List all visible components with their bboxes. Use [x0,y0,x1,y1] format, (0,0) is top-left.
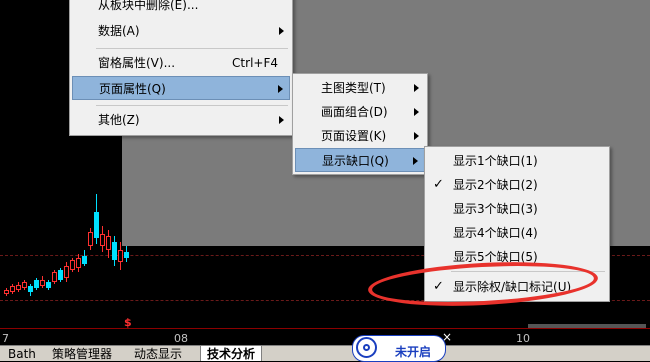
candle-body [106,236,111,250]
axis-label: 10 [516,332,530,345]
context-menu: 从板块中删除(E)... 数据(A) 窗格属性(V)... Ctrl+F4 页面… [69,0,293,136]
tab-dynamic-display[interactable]: 动态显示 [128,346,188,361]
menu-item-page-properties[interactable]: 页面属性(Q) [72,76,290,100]
menu-separator [96,48,288,49]
menu-item-label: 显示2个缺口(2) [453,178,538,192]
page-properties-submenu: 主图类型(T) 画面组合(D) 页面设置(K) 显示缺口(Q) [292,73,428,175]
candle-body [94,212,99,238]
chart-scrollbar[interactable] [528,324,646,328]
menu-item-label: 窗格属性(V)... [98,56,176,70]
candle-body [118,250,123,262]
checkmark-icon: ✓ [433,177,444,192]
menu-item-layout-combination[interactable]: 画面组合(D) [295,100,425,124]
submenu-arrow-icon [414,84,419,92]
menu-item-show-gaps[interactable]: 显示缺口(Q) [295,148,425,172]
menu-item-label: 显示4个缺口(4) [453,226,538,240]
candle-body [46,282,51,288]
menu-item-label: 显示1个缺口(1) [453,154,538,168]
submenu-arrow-icon [279,116,284,124]
menu-item-show-3-gaps[interactable]: 显示3个缺口(3) [427,197,607,221]
menu-item-label: 主图类型(T) [321,81,386,95]
menu-item-label: 画面组合(D) [321,105,388,119]
menu-item-label: 显示3个缺口(3) [453,202,538,216]
menu-item-show-4-gaps[interactable]: 显示4个缺口(4) [427,221,607,245]
submenu-arrow-icon [279,27,284,35]
menu-item-label: 从板块中删除(E)... [98,0,199,12]
tab-technical-analysis[interactable]: 技术分析 [200,346,263,361]
menu-item-main-chart-type[interactable]: 主图类型(T) [295,76,425,100]
menu-item-other[interactable]: 其他(Z) [72,108,290,132]
candle-body [10,286,15,292]
candle-body [64,266,69,278]
menu-item-label: 页面设置(K) [321,129,387,143]
candle-body [28,286,33,292]
menu-item-show-1-gap[interactable]: 显示1个缺口(1) [427,149,607,173]
candle-body [22,282,27,288]
candle-body [70,260,75,270]
tab-bath[interactable]: Bath [2,346,42,361]
submenu-arrow-icon [414,132,419,140]
ex-rights-marker: $ [124,316,132,329]
menu-item-remove-from-sector[interactable]: 从板块中删除(E)... [72,0,290,17]
menu-item-data[interactable]: 数据(A) [72,19,290,43]
candle-body [4,290,9,294]
bottom-tab-bar: Bath 策略管理器 动态显示 技术分析 [0,345,650,361]
menu-separator [96,105,288,106]
submenu-arrow-icon [413,157,418,165]
axis-label: 7 [2,332,9,345]
submenu-arrow-icon [278,85,283,93]
submenu-arrow-icon [414,108,419,116]
menu-item-show-2-gaps[interactable]: ✓ 显示2个缺口(2) [427,173,607,197]
candle-body [34,280,39,288]
candle-body [58,270,63,280]
menu-item-label: 页面属性(Q) [99,82,166,96]
menu-item-label: 显示缺口(Q) [322,154,389,168]
status-label: 未开启 [395,345,432,359]
candle-body [82,256,87,264]
menu-item-label: 数据(A) [98,24,140,38]
candle-body [100,234,105,246]
menu-item-label: 其他(Z) [98,113,140,127]
candle-body [124,252,129,258]
candle-body [112,242,117,260]
candle-body [16,285,21,290]
menu-item-shortcut: Ctrl+F4 [232,56,278,70]
candle-body [88,232,93,246]
candle-body [52,272,57,282]
x-axis-line [0,328,650,329]
tab-strategy-manager[interactable]: 策略管理器 [46,346,118,361]
status-icon [356,337,377,358]
candle-body [40,280,45,286]
menu-item-page-settings[interactable]: 页面设置(K) [295,124,425,148]
axis-label: 08 [174,332,188,345]
candle-body [76,258,81,268]
menu-item-pane-properties[interactable]: 窗格属性(V)... Ctrl+F4 [72,51,290,75]
